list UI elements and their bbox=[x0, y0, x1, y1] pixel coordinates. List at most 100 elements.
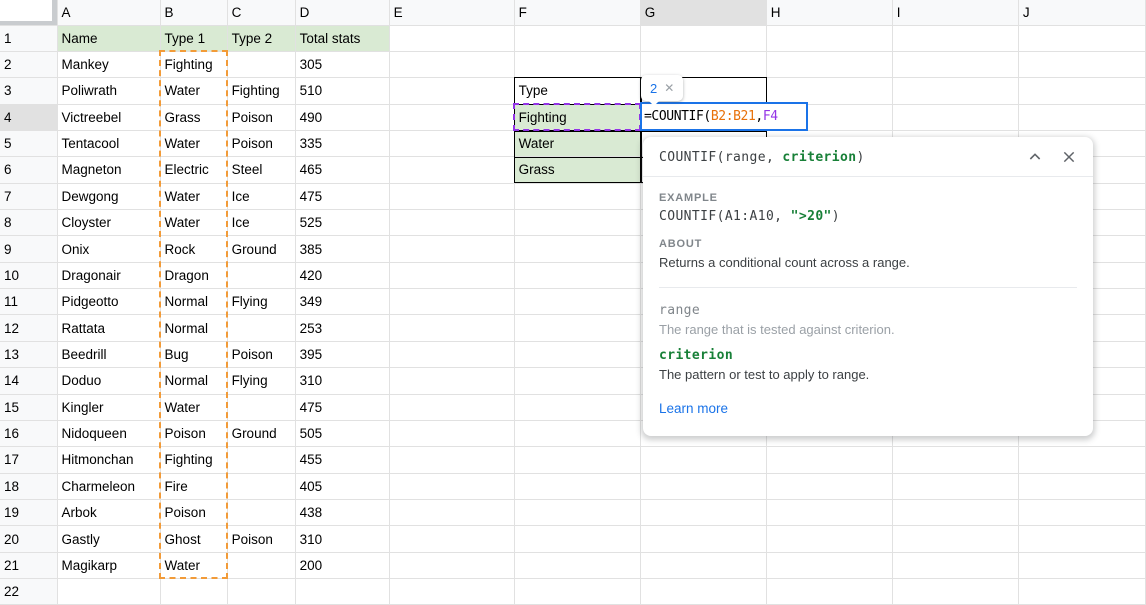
col-header-F[interactable]: F bbox=[514, 0, 640, 25]
cell-C9[interactable]: Ground bbox=[227, 236, 295, 262]
row-header-17[interactable]: 17 bbox=[0, 447, 57, 473]
cell-E22[interactable] bbox=[389, 579, 514, 605]
cell-B13[interactable]: Bug bbox=[160, 341, 227, 367]
cell-B22[interactable] bbox=[160, 579, 227, 605]
cell-J21[interactable] bbox=[1018, 552, 1145, 578]
cell-H17[interactable] bbox=[766, 447, 892, 473]
cell-D13[interactable]: 395 bbox=[295, 341, 389, 367]
cell-C13[interactable]: Poison bbox=[227, 341, 295, 367]
cell-A5[interactable]: Tentacool bbox=[57, 130, 160, 156]
cell-B20[interactable]: Ghost bbox=[160, 526, 227, 552]
cell-A21[interactable]: Magikarp bbox=[57, 552, 160, 578]
cell-D6[interactable]: 465 bbox=[295, 157, 389, 183]
cell-A13[interactable]: Beedrill bbox=[57, 341, 160, 367]
cell-A19[interactable]: Arbok bbox=[57, 499, 160, 525]
col-header-I[interactable]: I bbox=[892, 0, 1018, 25]
collapse-icon[interactable] bbox=[1027, 149, 1043, 165]
cell-I17[interactable] bbox=[892, 447, 1018, 473]
row-header-19[interactable]: 19 bbox=[0, 499, 57, 525]
cell-H3[interactable] bbox=[766, 78, 892, 104]
col-header-D[interactable]: D bbox=[295, 0, 389, 25]
cell-C8[interactable]: Ice bbox=[227, 210, 295, 236]
cell-F3[interactable]: Type bbox=[514, 78, 640, 104]
cell-B6[interactable]: Electric bbox=[160, 157, 227, 183]
cell-A18[interactable]: Charmeleon bbox=[57, 473, 160, 499]
cell-C22[interactable] bbox=[227, 579, 295, 605]
cell-E1[interactable] bbox=[389, 25, 514, 51]
cell-E15[interactable] bbox=[389, 394, 514, 420]
row-header-7[interactable]: 7 bbox=[0, 183, 57, 209]
row-header-16[interactable]: 16 bbox=[0, 420, 57, 446]
cell-I20[interactable] bbox=[892, 526, 1018, 552]
cell-F21[interactable] bbox=[514, 552, 640, 578]
cell-B8[interactable]: Water bbox=[160, 210, 227, 236]
row-header-4[interactable]: 4 bbox=[0, 104, 57, 130]
col-header-C[interactable]: C bbox=[227, 0, 295, 25]
col-header-B[interactable]: B bbox=[160, 0, 227, 25]
cell-B17[interactable]: Fighting bbox=[160, 447, 227, 473]
cell-I2[interactable] bbox=[892, 51, 1018, 77]
cell-F19[interactable] bbox=[514, 499, 640, 525]
close-icon[interactable] bbox=[1061, 149, 1077, 165]
cell-C12[interactable] bbox=[227, 315, 295, 341]
cell-C17[interactable] bbox=[227, 447, 295, 473]
cell-H22[interactable] bbox=[766, 579, 892, 605]
row-header-5[interactable]: 5 bbox=[0, 130, 57, 156]
cell-E17[interactable] bbox=[389, 447, 514, 473]
col-header-E[interactable]: E bbox=[389, 0, 514, 25]
col-header-H[interactable]: H bbox=[766, 0, 892, 25]
row-header-10[interactable]: 10 bbox=[0, 262, 57, 288]
cell-C5[interactable]: Poison bbox=[227, 130, 295, 156]
cell-F12[interactable] bbox=[514, 315, 640, 341]
row-header-14[interactable]: 14 bbox=[0, 368, 57, 394]
row-header-21[interactable]: 21 bbox=[0, 552, 57, 578]
cell-A22[interactable] bbox=[57, 579, 160, 605]
cell-F18[interactable] bbox=[514, 473, 640, 499]
cell-F14[interactable] bbox=[514, 368, 640, 394]
cell-E20[interactable] bbox=[389, 526, 514, 552]
cell-I21[interactable] bbox=[892, 552, 1018, 578]
row-header-9[interactable]: 9 bbox=[0, 236, 57, 262]
cell-D15[interactable]: 475 bbox=[295, 394, 389, 420]
cell-A20[interactable]: Gastly bbox=[57, 526, 160, 552]
cell-B21[interactable]: Water bbox=[160, 552, 227, 578]
cell-I22[interactable] bbox=[892, 579, 1018, 605]
cell-J22[interactable] bbox=[1018, 579, 1145, 605]
cell-B3[interactable]: Water bbox=[160, 78, 227, 104]
row-header-18[interactable]: 18 bbox=[0, 473, 57, 499]
cell-D8[interactable]: 525 bbox=[295, 210, 389, 236]
cell-D4[interactable]: 490 bbox=[295, 104, 389, 130]
cell-B15[interactable]: Water bbox=[160, 394, 227, 420]
cell-D18[interactable]: 405 bbox=[295, 473, 389, 499]
cell-F9[interactable] bbox=[514, 236, 640, 262]
row-header-11[interactable]: 11 bbox=[0, 289, 57, 315]
cell-F2[interactable] bbox=[514, 51, 640, 77]
cell-C4[interactable]: Poison bbox=[227, 104, 295, 130]
cell-B12[interactable]: Normal bbox=[160, 315, 227, 341]
cell-F16[interactable] bbox=[514, 420, 640, 446]
cell-J19[interactable] bbox=[1018, 499, 1145, 525]
cell-F7[interactable] bbox=[514, 183, 640, 209]
cell-E16[interactable] bbox=[389, 420, 514, 446]
cell-J2[interactable] bbox=[1018, 51, 1145, 77]
cell-D3[interactable]: 510 bbox=[295, 78, 389, 104]
cell-A3[interactable]: Poliwrath bbox=[57, 78, 160, 104]
cell-C18[interactable] bbox=[227, 473, 295, 499]
cell-F5[interactable]: Water bbox=[514, 130, 640, 156]
cell-E9[interactable] bbox=[389, 236, 514, 262]
cell-E11[interactable] bbox=[389, 289, 514, 315]
row-header-12[interactable]: 12 bbox=[0, 315, 57, 341]
col-header-J[interactable]: J bbox=[1018, 0, 1145, 25]
cell-B16[interactable]: Poison bbox=[160, 420, 227, 446]
cell-J20[interactable] bbox=[1018, 526, 1145, 552]
dismiss-preview-icon[interactable]: ✕ bbox=[664, 81, 674, 95]
cell-D7[interactable]: 475 bbox=[295, 183, 389, 209]
cell-A9[interactable]: Onix bbox=[57, 236, 160, 262]
cell-B4[interactable]: Grass bbox=[160, 104, 227, 130]
row-header-15[interactable]: 15 bbox=[0, 394, 57, 420]
row-header-3[interactable]: 3 bbox=[0, 78, 57, 104]
cell-H19[interactable] bbox=[766, 499, 892, 525]
cell-I1[interactable] bbox=[892, 25, 1018, 51]
cell-G20[interactable] bbox=[640, 526, 766, 552]
cell-E18[interactable] bbox=[389, 473, 514, 499]
